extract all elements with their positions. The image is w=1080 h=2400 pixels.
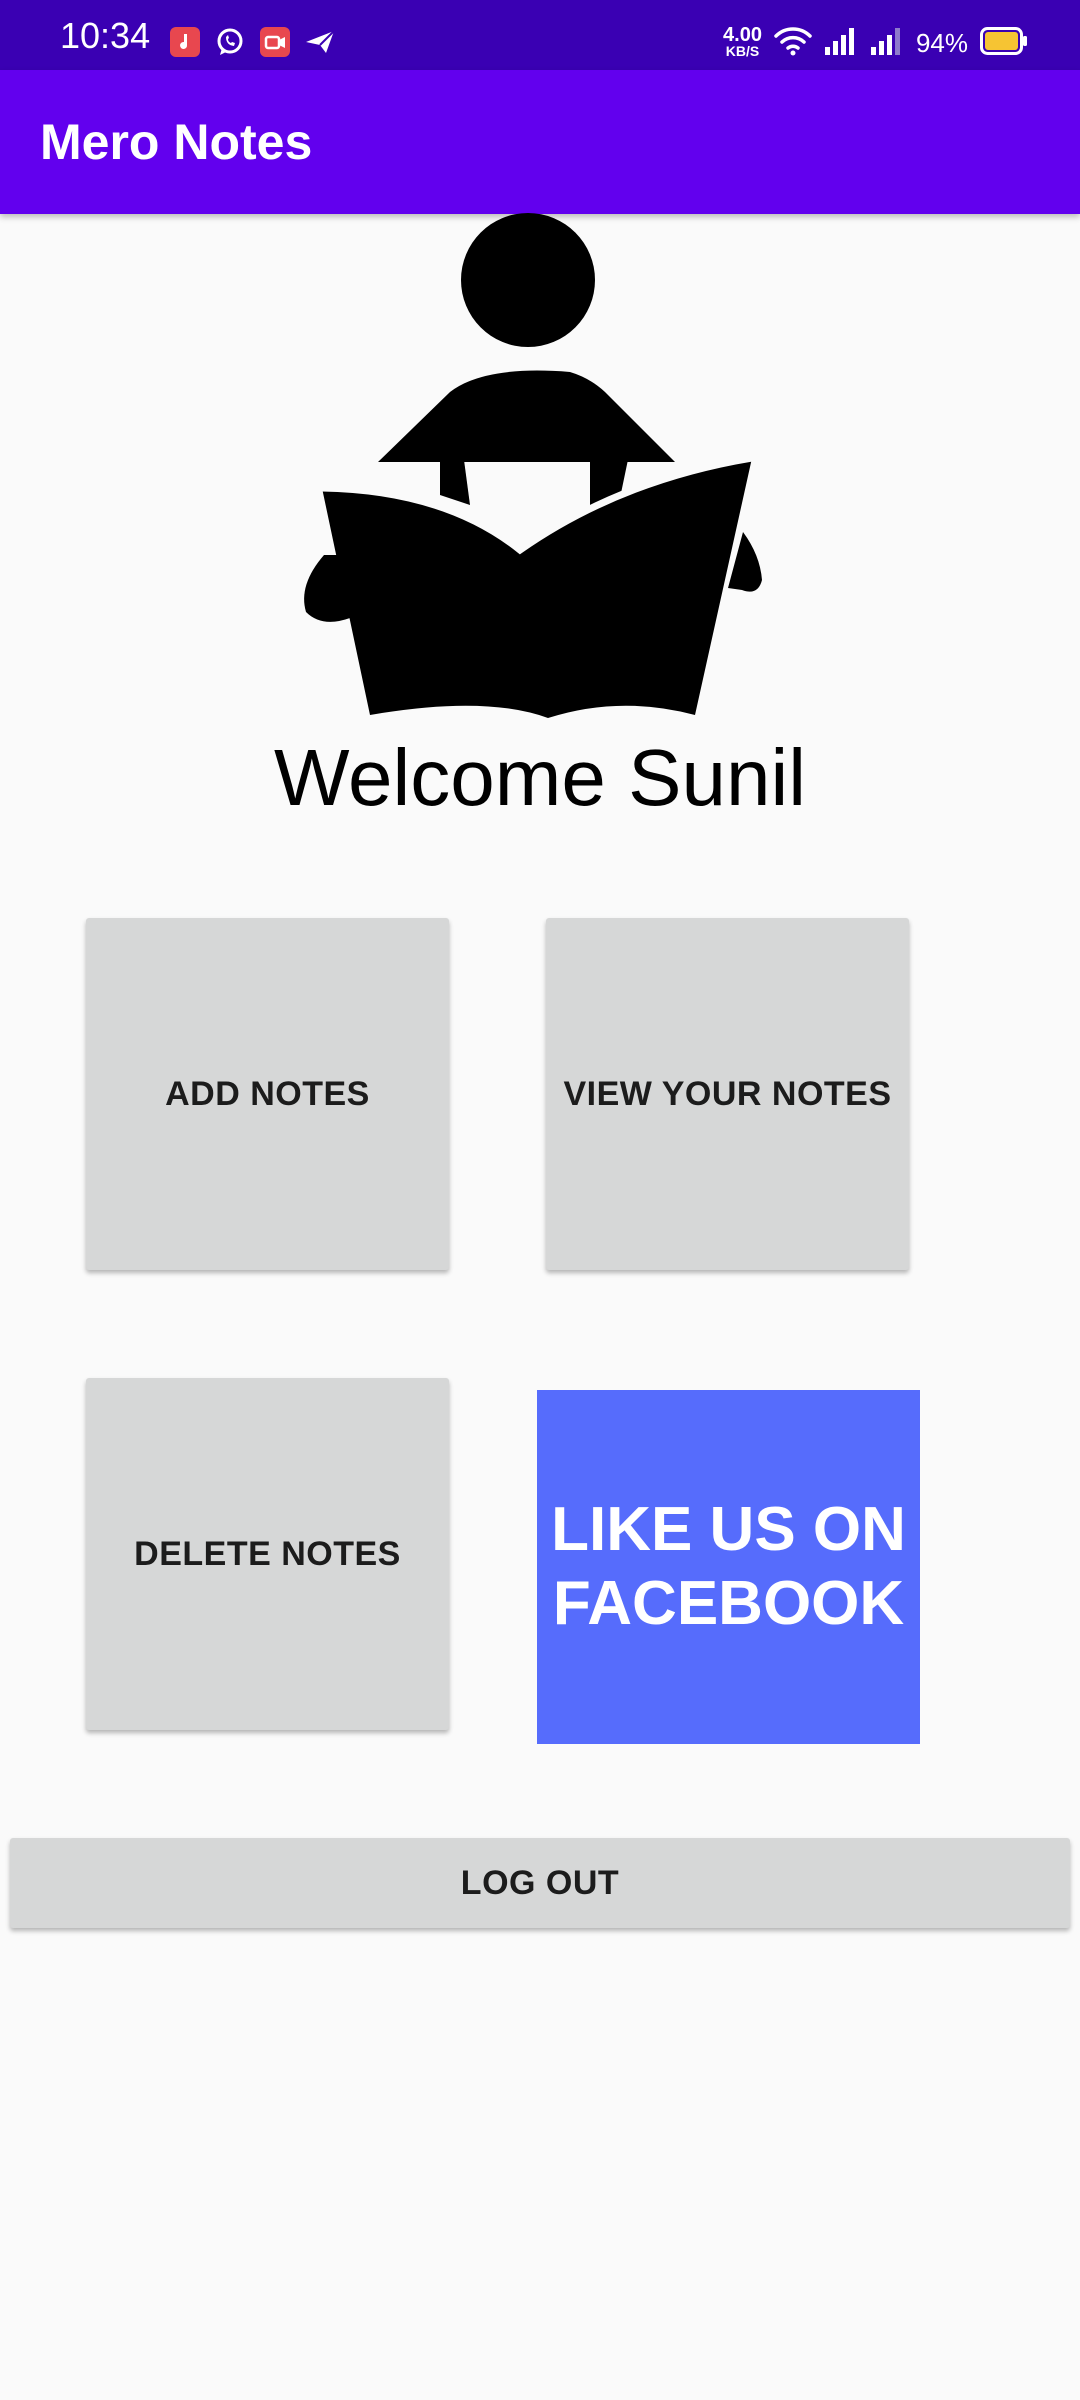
view-notes-button[interactable]: VIEW YOUR NOTES: [546, 918, 909, 1270]
signal-icon: [870, 27, 904, 60]
status-time: 10:34: [60, 15, 151, 56]
app-title: Mero Notes: [40, 114, 313, 170]
send-icon: [304, 29, 336, 60]
wifi-icon: [774, 26, 812, 61]
signal-icon: [824, 27, 858, 60]
network-speed-unit: KB/S: [725, 43, 760, 59]
add-notes-button[interactable]: ADD NOTES: [86, 918, 449, 1270]
facebook-like-button[interactable]: LIKE US ON FACEBOOK: [537, 1390, 920, 1744]
reader-illustration: [290, 210, 790, 730]
welcome-heading: Welcome Sunil: [273, 733, 807, 822]
music-app-icon: [170, 26, 200, 62]
notification-icons: [170, 26, 336, 63]
network-speed-value: 4.00: [723, 24, 762, 46]
network-speed: 4.00 KB/S: [723, 24, 762, 59]
logout-button[interactable]: LOG OUT: [10, 1838, 1070, 1928]
app-bar: Mero Notes: [0, 70, 1080, 214]
battery-icon: [980, 26, 1028, 60]
whatsapp-icon: [214, 26, 246, 63]
battery-percent: 94%: [915, 27, 968, 58]
status-indicators: 4.00 KB/S 94%: [723, 22, 1028, 64]
video-app-icon: [260, 26, 290, 62]
delete-notes-button[interactable]: DELETE NOTES: [86, 1378, 449, 1730]
status-bar: 10:34 4.00 KB/S 94%: [0, 0, 1080, 70]
